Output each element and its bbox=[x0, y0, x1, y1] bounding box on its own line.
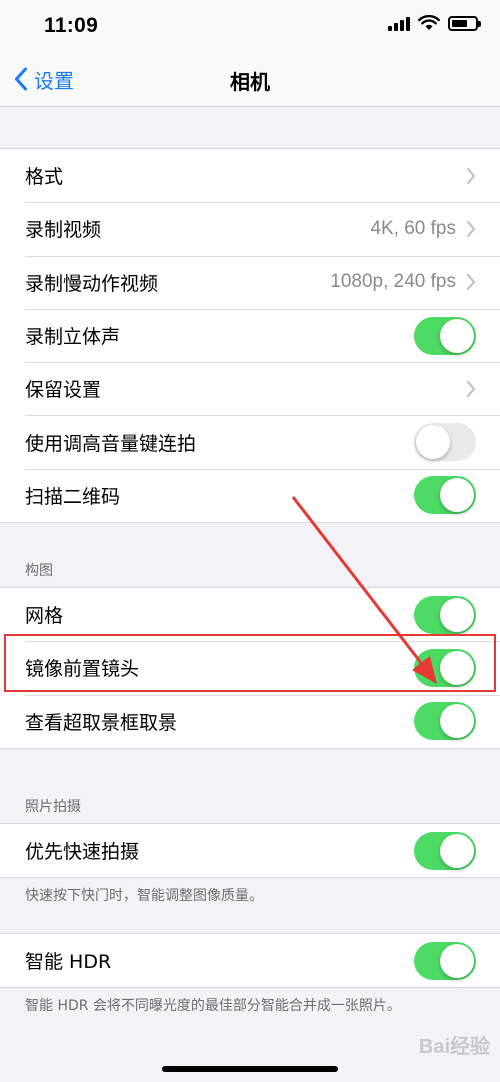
row-value: 1080p, 240 fps bbox=[330, 271, 456, 293]
chevron-right-icon bbox=[466, 274, 476, 291]
chevron-right-icon bbox=[466, 380, 476, 397]
record-stereo-row: 录制立体声 bbox=[0, 308, 500, 362]
row-label: 查看超取景框取景 bbox=[25, 711, 178, 734]
page-title: 相机 bbox=[230, 70, 270, 94]
record-stereo-toggle[interactable] bbox=[414, 316, 476, 355]
record-slomo-row[interactable]: 录制慢动作视频 1080p, 240 fps bbox=[0, 255, 500, 309]
cellular-signal-icon bbox=[388, 15, 410, 31]
scan-qr-row: 扫描二维码 bbox=[0, 468, 500, 522]
row-label: 格式 bbox=[25, 166, 64, 189]
row-label: 保留设置 bbox=[25, 379, 102, 402]
section-header-composition: 构图 bbox=[25, 563, 53, 579]
navigation-bar: 设置 相机 bbox=[0, 52, 500, 107]
view-outside-frame-toggle[interactable] bbox=[414, 702, 476, 741]
mirror-front-camera-row: 镜像前置镜头 bbox=[0, 641, 500, 694]
battery-icon bbox=[448, 15, 481, 31]
grid-toggle[interactable] bbox=[414, 595, 476, 634]
footnote-faster-shooting: 快速按下快门时，智能调整图像质量。 bbox=[25, 888, 263, 904]
row-label: 录制慢动作视频 bbox=[25, 272, 159, 295]
view-outside-frame-row: 查看超取景框取景 bbox=[0, 694, 500, 748]
row-label: 智能 HDR bbox=[25, 951, 112, 974]
row-label: 优先快速拍摄 bbox=[25, 841, 140, 864]
scan-qr-toggle[interactable] bbox=[414, 476, 476, 515]
wifi-icon bbox=[418, 15, 440, 30]
row-label: 录制立体声 bbox=[25, 326, 121, 349]
chevron-right-icon bbox=[466, 167, 476, 184]
smart-hdr-toggle[interactable] bbox=[414, 941, 476, 980]
grid-row: 网格 bbox=[0, 588, 500, 641]
smart-hdr-row: 智能 HDR bbox=[0, 934, 500, 987]
mirror-front-camera-toggle[interactable] bbox=[414, 648, 476, 687]
row-label: 扫描二维码 bbox=[25, 485, 121, 508]
chevron-right-icon bbox=[466, 220, 476, 238]
prioritize-faster-shooting-row: 优先快速拍摄 bbox=[0, 824, 500, 877]
section-header-photo-capture: 照片拍摄 bbox=[25, 799, 81, 815]
volume-burst-toggle[interactable] bbox=[414, 423, 476, 462]
row-label: 使用调高音量键连拍 bbox=[25, 432, 197, 455]
footnote-smart-hdr: 智能 HDR 会将不同曝光度的最佳部分智能合并成一张照片。 bbox=[25, 998, 401, 1014]
volume-burst-row: 使用调高音量键连拍 bbox=[0, 415, 500, 468]
settings-group-general: 格式 录制视频 4K, 60 fps 录制慢动作视频 1080p, 240 fp… bbox=[0, 148, 500, 524]
row-value: 4K, 60 fps bbox=[370, 217, 456, 239]
settings-group-composition: 网格 镜像前置镜头 查看超取景框取景 bbox=[0, 587, 500, 749]
preserve-settings-row[interactable]: 保留设置 bbox=[0, 362, 500, 415]
home-indicator[interactable] bbox=[162, 1066, 338, 1072]
settings-group-photo-capture: 优先快速拍摄 bbox=[0, 823, 500, 879]
status-icons bbox=[388, 15, 481, 31]
record-video-row[interactable]: 录制视频 4K, 60 fps bbox=[0, 202, 500, 255]
prioritize-faster-shooting-toggle[interactable] bbox=[414, 831, 476, 870]
row-label: 镜像前置镜头 bbox=[25, 658, 140, 681]
format-row[interactable]: 格式 bbox=[0, 149, 500, 202]
row-label: 网格 bbox=[25, 605, 64, 628]
status-bar: 11:09 bbox=[0, 0, 500, 52]
status-time: 11:09 bbox=[44, 14, 99, 37]
row-label: 录制视频 bbox=[25, 219, 102, 242]
settings-group-hdr: 智能 HDR bbox=[0, 933, 500, 989]
watermark-logo: Bai经验 bbox=[418, 1036, 490, 1058]
